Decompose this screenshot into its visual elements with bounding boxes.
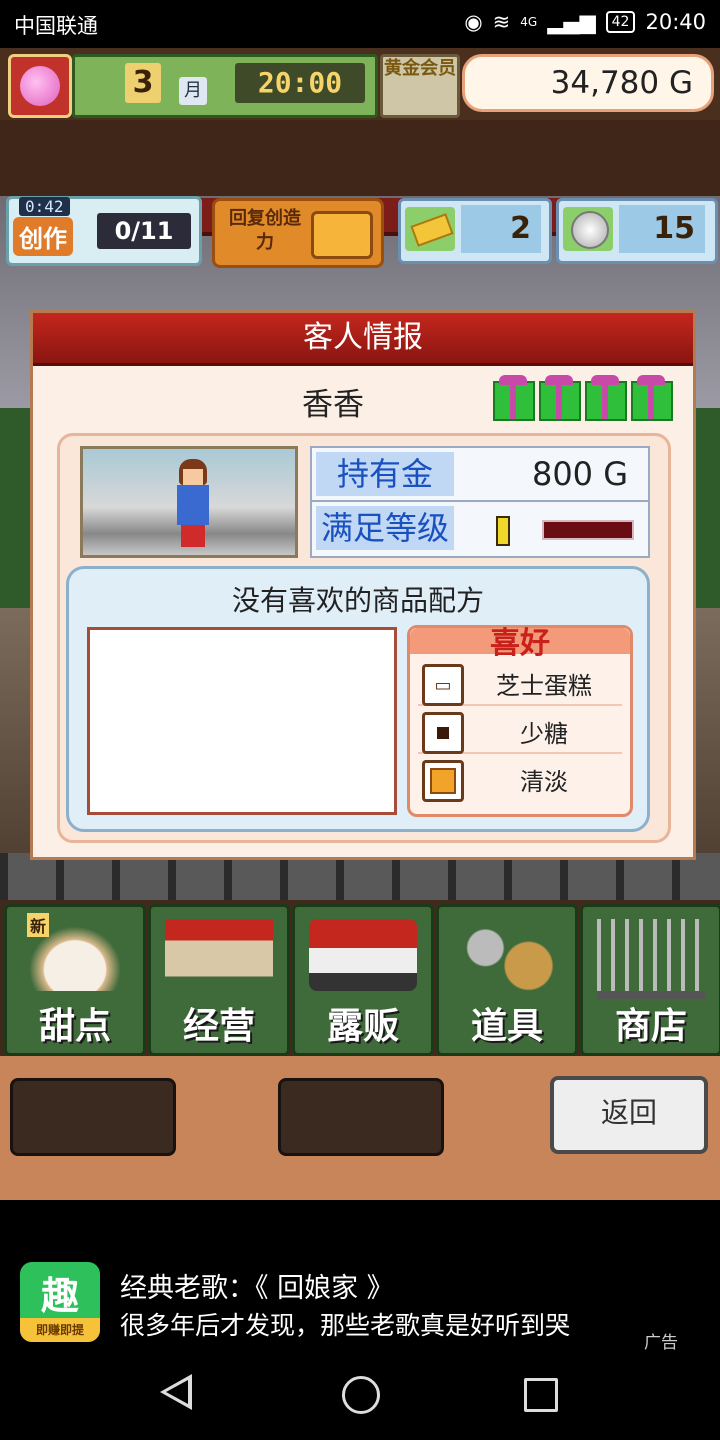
- back-icon-inner: [166, 1380, 188, 1404]
- preferences-title: 喜好: [490, 626, 550, 661]
- satisfaction-bar: [542, 520, 634, 540]
- back-button[interactable]: 返回: [550, 1076, 708, 1154]
- preference-item: ▭ 芝士蛋糕: [418, 660, 622, 706]
- home-icon[interactable]: [342, 1376, 380, 1414]
- ad-app-icon-sub: 即赚即提: [20, 1318, 100, 1342]
- customer-card: 持有金 800 G 满足等级 没有喜欢的商品配方 喜好 ▭ 芝士蛋糕 少糖 清淡: [57, 433, 671, 843]
- cart-icon: [597, 919, 705, 999]
- ad-app-icon[interactable]: 趣 即赚即提: [20, 1262, 100, 1342]
- satisfaction-marker: [496, 516, 510, 546]
- preferences-panel: 喜好 ▭ 芝士蛋糕 少糖 清淡: [407, 625, 633, 817]
- gold-bar-icon: [405, 207, 455, 251]
- bottom-panel: 返回: [0, 1056, 720, 1200]
- satisfaction-label: 满足等级: [316, 506, 454, 550]
- menu-store-button[interactable]: 商店: [580, 904, 720, 1056]
- menu-label: 经营: [182, 1006, 255, 1047]
- wifi-icon: ≋: [492, 10, 511, 34]
- date-panel: 3 月 20:00: [72, 54, 378, 118]
- create-count: 0/11: [97, 213, 191, 249]
- money-display: 34,780 G: [462, 54, 714, 112]
- signal-label: 4G: [520, 15, 538, 29]
- medal-count: 15: [619, 205, 705, 253]
- preference-item: 清淡: [418, 756, 622, 802]
- menu-label: 露贩: [326, 1006, 399, 1047]
- ticket-counter: 2: [398, 198, 552, 264]
- create-timer: 0:42: [19, 197, 70, 216]
- ad-banner[interactable]: 趣 即赚即提 经典老歌：《 回娘家 》 很多年后才发现，那些老歌真是好听到哭 广…: [0, 1200, 720, 1353]
- recipe-box: [87, 627, 397, 815]
- carrier-name: 中国联通: [14, 14, 98, 38]
- customer-stats: 持有金 800 G 满足等级: [310, 446, 650, 558]
- menu-stall-button[interactable]: 露贩: [292, 904, 434, 1056]
- customer-sprite: [173, 457, 213, 547]
- gold-member-badge[interactable]: 黄金会员: [380, 54, 460, 118]
- status-bar: 中国联通 ◉ ≋ 4G ▂▄▆ 42 20:40: [0, 0, 720, 48]
- game-screen: 3 月 20:00 黄金会员 34,780 G 0:42 创作 0/11 回复创…: [0, 48, 720, 1200]
- game-time: 20:00: [235, 63, 365, 103]
- menu-manage-button[interactable]: 经营: [148, 904, 290, 1056]
- battery-icon: 42: [605, 11, 636, 33]
- folder-icon: ▭: [422, 664, 464, 706]
- empty-slot: [278, 1078, 444, 1156]
- medal-icon: [563, 207, 613, 251]
- navigation-bar: [0, 1350, 720, 1440]
- eye-icon: ◉: [464, 10, 483, 34]
- empty-slot: [10, 1078, 176, 1156]
- ad-title[interactable]: 经典老歌：《 回娘家 》: [120, 1266, 394, 1305]
- gift-icon: [631, 375, 673, 421]
- month-label: 月: [179, 77, 207, 105]
- customer-info-dialog: 客人情报 香香 持有金 800 G 满足等级 没有喜欢的商品配方 喜好 ▭ 芝士…: [30, 310, 696, 860]
- preference-item: 少糖: [418, 708, 622, 754]
- fence: [0, 853, 720, 901]
- money-row: 持有金 800 G: [312, 448, 648, 502]
- gift-icon: [539, 375, 581, 421]
- ad-app-icon-text: 趣: [40, 1274, 79, 1318]
- create-panel[interactable]: 0:42 创作 0/11: [6, 196, 202, 266]
- clock: 20:40: [645, 10, 706, 34]
- customer-portrait: [80, 446, 298, 558]
- hud-top: 3 月 20:00 黄金会员 34,780 G: [0, 48, 720, 120]
- speech-bubble: 没有喜欢的商品配方 喜好 ▭ 芝士蛋糕 少糖 清淡: [66, 566, 650, 832]
- gift-icon: [493, 375, 535, 421]
- signal-icon: ▂▄▆: [547, 10, 596, 34]
- main-menu: 新 甜点 经营 露贩 道具 商店: [0, 900, 720, 1056]
- shop-icon: [165, 919, 273, 991]
- tv-icon: [311, 211, 373, 259]
- money-label: 持有金: [316, 452, 454, 496]
- gift-icon: [585, 375, 627, 421]
- menu-label: 商店: [614, 1006, 687, 1047]
- speech-text: 没有喜欢的商品配方: [231, 584, 484, 617]
- status-icons: ◉ ≋ 4G ▂▄▆ 42 20:40: [464, 10, 706, 34]
- gear-bag-icon: [453, 919, 561, 991]
- gift-icons: [493, 375, 673, 421]
- money-value: 800 G: [531, 455, 628, 493]
- satisfaction-row: 满足等级: [312, 502, 648, 556]
- menu-label: 甜点: [38, 1006, 111, 1047]
- preference-label: 少糖: [520, 720, 568, 748]
- menu-label: 道具: [470, 1006, 543, 1047]
- food-truck-icon: [309, 919, 417, 991]
- month-number: 3: [125, 63, 161, 103]
- ad-description[interactable]: 很多年后才发现，那些老歌真是好听到哭: [120, 1306, 570, 1342]
- square-dot-icon: [422, 712, 464, 754]
- menu-dessert-button[interactable]: 新 甜点: [4, 904, 146, 1056]
- recent-apps-icon[interactable]: [524, 1378, 558, 1412]
- cube-icon: [422, 760, 464, 802]
- create-label: 创作: [13, 217, 73, 256]
- new-badge: 新: [27, 913, 50, 937]
- preference-label: 芝士蛋糕: [496, 672, 592, 700]
- recover-label: 回复创造力: [229, 208, 301, 253]
- medal-counter: 15: [556, 198, 718, 264]
- hud-second: 0:42 创作 0/11 回复创造力 2 15: [0, 120, 720, 268]
- preference-label: 清淡: [520, 768, 568, 796]
- ticket-count: 2: [461, 205, 541, 253]
- recover-creativity-button[interactable]: 回复创造力: [212, 198, 384, 268]
- cherry-tree-icon[interactable]: [8, 54, 72, 118]
- menu-items-button[interactable]: 道具: [436, 904, 578, 1056]
- dialog-title: 客人情报: [33, 313, 693, 366]
